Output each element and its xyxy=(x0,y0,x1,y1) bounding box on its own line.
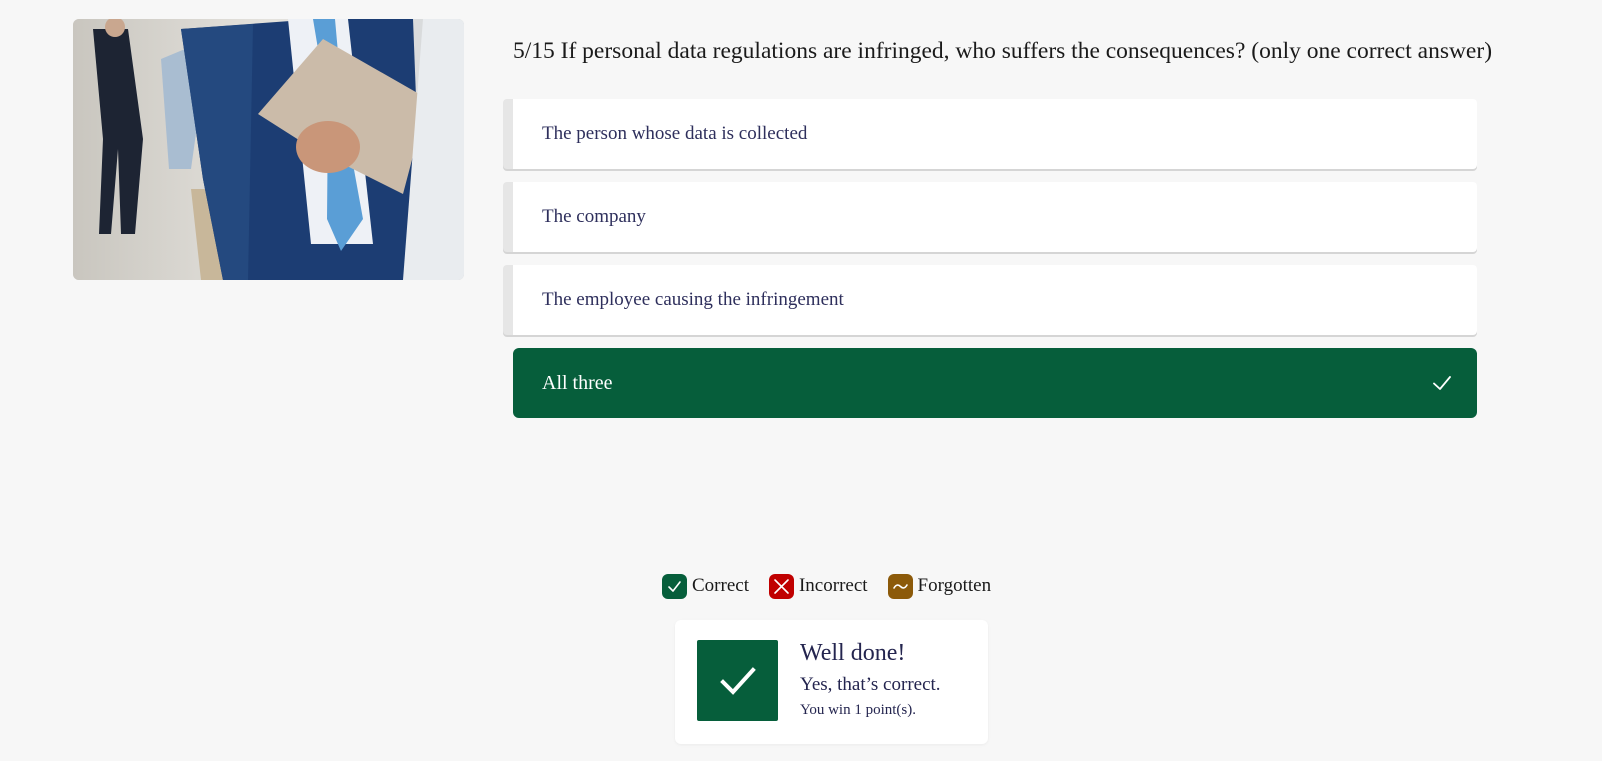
answer-label: All three xyxy=(542,372,613,394)
question-photo xyxy=(73,19,464,280)
feedback-points: You win 1 point(s). xyxy=(800,702,916,718)
checkmark-icon xyxy=(697,640,778,721)
answer-label: The company xyxy=(542,206,646,227)
feedback-message: Yes, that’s correct. xyxy=(800,674,941,695)
feedback-title: Well done! xyxy=(800,640,906,666)
answer-list: The person whose data is collected The c… xyxy=(503,99,1477,431)
answer-legend: Correct Incorrect Forgotten xyxy=(662,573,991,599)
answer-label: The person whose data is collected xyxy=(542,123,808,144)
answer-option-all-three[interactable]: All three xyxy=(513,348,1477,418)
legend-incorrect-label: Incorrect xyxy=(798,575,868,596)
legend-incorrect: Incorrect xyxy=(768,573,868,599)
legend-correct-label: Correct xyxy=(692,575,749,596)
answer-option-company[interactable]: The company xyxy=(503,182,1477,252)
legend-correct: Correct xyxy=(662,573,749,599)
feedback-card: Well done! Yes, that’s correct. You win … xyxy=(675,620,988,744)
tilde-icon xyxy=(887,573,913,599)
quiz-page: 5/15 If personal data regulations are in… xyxy=(0,0,1602,761)
answer-label: The employee causing the infringement xyxy=(542,289,844,310)
legend-forgotten-label: Forgotten xyxy=(917,575,992,596)
answer-option-person[interactable]: The person whose data is collected xyxy=(503,99,1477,169)
answer-option-employee[interactable]: The employee causing the infringement xyxy=(503,265,1477,335)
businessman-photo xyxy=(73,19,464,280)
checkmark-icon xyxy=(1433,376,1451,390)
checkmark-icon xyxy=(662,573,687,599)
legend-forgotten: Forgotten xyxy=(887,573,992,599)
question-text: 5/15 If personal data regulations are in… xyxy=(513,38,1493,64)
cross-icon xyxy=(768,573,794,599)
